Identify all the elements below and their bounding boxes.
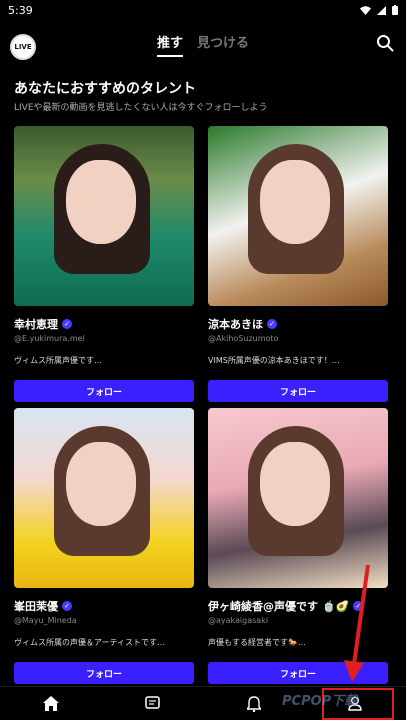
verified-icon: ✓ (267, 319, 277, 329)
talent-card[interactable]: 伊ヶ崎綾香@声優です 🍵🥑 ✓ @ayakaigasaki 声優もする経営者です… (208, 408, 388, 684)
talent-photo[interactable] (208, 408, 388, 588)
bell-icon (246, 695, 261, 712)
talent-name-row: 伊ヶ崎綾香@声優です 🍵🥑 ✓ (208, 598, 388, 614)
talent-card[interactable]: 峯田茉優 ✓ @Mayu_Mineda ヴィムス所属の声優＆アーティストです… … (14, 408, 194, 684)
talent-bio: 声優もする経営者です🐎… (208, 638, 306, 647)
talent-name: 峯田茉優 (14, 600, 58, 613)
talent-photo[interactable] (208, 126, 388, 306)
nav-home[interactable] (36, 689, 66, 719)
follow-button[interactable]: フォロー (14, 662, 194, 684)
talent-name: 涼本あきほ (208, 318, 263, 331)
wifi-icon (360, 5, 371, 15)
talent-bio: ヴィムス所属の声優＆アーティストです… (14, 638, 166, 647)
tab-discover[interactable]: 見つける (197, 32, 249, 57)
follow-button[interactable]: フォロー (208, 662, 388, 684)
chat-icon (145, 696, 160, 709)
verified-icon: ✓ (62, 319, 72, 329)
verified-icon: ✓ (62, 601, 72, 611)
nav-notifications[interactable] (239, 689, 269, 719)
tab-recommend[interactable]: 推す (156, 32, 183, 57)
talent-handle: @AkihoSuzumoto (208, 334, 279, 343)
talent-name-row: 涼本あきほ ✓ (208, 316, 388, 332)
nav-chat[interactable] (137, 689, 167, 719)
talent-name-row: 幸村恵理 ✓ (14, 316, 194, 332)
talent-name-row: 峯田茉優 ✓ (14, 598, 194, 614)
signal-icon (377, 5, 386, 15)
battery-icon (392, 5, 398, 15)
talent-card[interactable]: 涼本あきほ ✓ @AkihoSuzumoto VIMS所属声優の涼本あきほです！… (208, 126, 388, 402)
status-bar: 5:39 (0, 0, 406, 20)
search-icon[interactable] (376, 34, 394, 52)
talent-bio: VIMS所属声優の涼本あきほです！… (208, 356, 340, 365)
talent-bio: ヴィムス所属声優です… (14, 356, 102, 365)
home-icon (42, 696, 59, 711)
talent-photo[interactable] (14, 408, 194, 588)
talent-photo[interactable] (14, 126, 194, 306)
talent-handle: @E.yukimura.mel (14, 334, 85, 343)
follow-button[interactable]: フォロー (14, 380, 194, 402)
section-subtitle: LIVEや最新の動画を見逃したくない人は今すぐフォローしよう (14, 103, 268, 113)
status-time: 5:39 (8, 3, 33, 17)
talent-card[interactable]: 幸村恵理 ✓ @E.yukimura.mel ヴィムス所属声優です… フォロー (14, 126, 194, 402)
watermark: PCPOP下载 (282, 694, 358, 709)
top-tabs: 推す 見つける (0, 32, 406, 57)
verified-icon: ✓ (353, 601, 364, 611)
talent-name: 伊ヶ崎綾香@声優です (208, 600, 318, 613)
talent-name: 幸村恵理 (14, 318, 58, 331)
follow-button[interactable]: フォロー (208, 380, 388, 402)
talent-name-emoji: 🍵🥑 (322, 599, 350, 613)
talent-handle: @Mayu_Mineda (14, 616, 77, 625)
status-icons (360, 5, 398, 15)
app-header: LIVE 推す 見つける (0, 26, 406, 62)
talent-handle: @ayakaigasaki (208, 616, 269, 625)
section-title: あなたにおすすめのタレント (14, 81, 196, 97)
